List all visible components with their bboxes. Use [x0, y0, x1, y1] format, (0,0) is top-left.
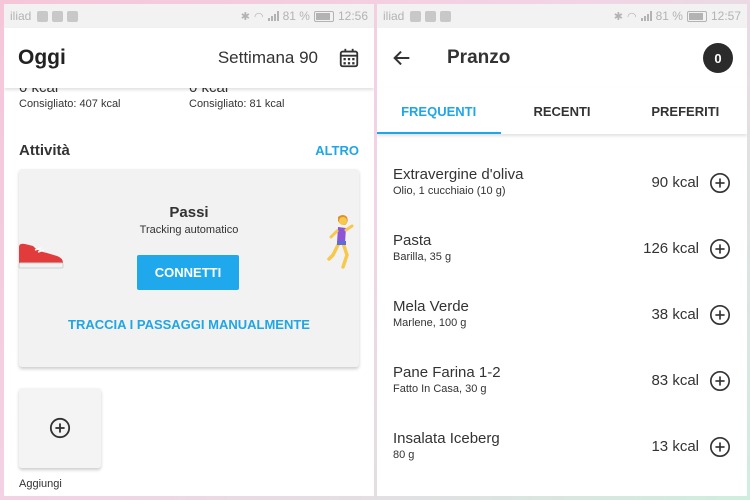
food-detail: Olio, 1 cucchiaio (10 g) [393, 185, 506, 197]
week-label[interactable]: Settimana 90 [218, 48, 318, 68]
app-bar: Oggi Settimana 90 [4, 28, 374, 88]
tab-favorites[interactable]: PREFERITI [624, 88, 747, 134]
food-kcal: 83 kcal [651, 372, 699, 389]
food-kcal: 38 kcal [651, 306, 699, 323]
today-screen: iliad ✱ ◠ 81 % 12:56 Oggi Settimana 90 0… [4, 4, 374, 496]
image-notification-icon [37, 10, 49, 22]
kcal-recommended: Consigliato: 407 kcal [19, 98, 121, 110]
tab-recent[interactable]: RECENTI [500, 88, 623, 134]
clock: 12:56 [337, 9, 368, 23]
battery-percent: 81 % [655, 9, 683, 23]
food-name: Mela Verde [393, 298, 469, 315]
signal-icon [640, 11, 652, 21]
food-name: Pane Farina 1-2 [393, 364, 501, 381]
app-notification-icon [52, 10, 64, 22]
food-detail: Marlene, 100 g [393, 317, 467, 329]
back-arrow-icon[interactable] [391, 47, 413, 69]
carrier-label: iliad [10, 9, 32, 23]
plus-circle-icon[interactable] [709, 370, 731, 392]
plus-circle-icon[interactable] [709, 304, 731, 326]
food-kcal: 13 kcal [651, 438, 699, 455]
more-button[interactable]: ALTRO [315, 143, 359, 158]
track-manually-link[interactable]: TRACCIA I PASSAGGI MANUALMENTE [19, 317, 359, 332]
wifi-icon: ◠ [627, 10, 637, 23]
kcal-recommended: Consigliato: 81 kcal [189, 98, 285, 110]
battery-icon [313, 10, 334, 22]
clock: 12:57 [710, 9, 741, 23]
food-kcal: 90 kcal [651, 174, 699, 191]
food-detail: Barilla, 35 g [393, 251, 452, 263]
food-name: Pasta [393, 232, 432, 249]
voicemail-icon [440, 10, 452, 22]
add-label: Aggiungi [19, 478, 62, 490]
list-item[interactable]: Pasta Barilla, 35 g 126 kcal [377, 232, 747, 298]
food-name: Insalata Iceberg [393, 430, 500, 447]
voicemail-icon [67, 10, 79, 22]
plus-circle-icon[interactable] [709, 172, 731, 194]
bluetooth-icon: ✱ [240, 10, 250, 23]
meal-screen: iliad ✱ ◠ 81 % 12:57 Pranzo 0 FREQUENTI … [377, 4, 747, 496]
food-detail: Fatto In Casa, 30 g [393, 383, 487, 395]
food-name: Extravergine d'oliva [393, 166, 524, 183]
plus-circle-icon[interactable] [709, 238, 731, 260]
page-title: Pranzo [447, 47, 511, 68]
list-item[interactable]: Mela Verde Marlene, 100 g 38 kcal [377, 298, 747, 364]
list-item[interactable]: Extravergine d'oliva Olio, 1 cucchiaio (… [377, 166, 747, 232]
page-title: Oggi [18, 46, 66, 69]
calendar-icon[interactable] [338, 47, 360, 69]
steps-subtitle: Tracking automatico [139, 224, 239, 236]
list-item[interactable]: Pane Farina 1-2 Fatto In Casa, 30 g 83 k… [377, 364, 747, 430]
activity-header: Attività ALTRO [4, 142, 374, 159]
battery-percent: 81 % [282, 9, 310, 23]
image-notification-icon [410, 10, 422, 22]
shoe-icon [18, 243, 64, 269]
steps-title: Passi [169, 204, 209, 221]
app-notification-icon [425, 10, 437, 22]
connect-button[interactable]: CONNETTI [137, 255, 239, 290]
add-activity-button[interactable] [19, 388, 101, 468]
tab-frequent[interactable]: FREQUENTI [377, 88, 500, 134]
plus-circle-icon [49, 417, 71, 439]
battery-icon [686, 10, 707, 22]
plus-circle-icon[interactable] [709, 436, 731, 458]
bluetooth-icon: ✱ [613, 10, 623, 23]
selected-count-badge[interactable]: 0 [703, 43, 733, 73]
wifi-icon: ◠ [254, 10, 264, 23]
status-bar: iliad ✱ ◠ 81 % 12:57 [377, 4, 747, 28]
active-tab-indicator [377, 132, 501, 134]
app-bar: Pranzo 0 [377, 28, 747, 88]
food-list: Extravergine d'oliva Olio, 1 cucchiaio (… [377, 134, 747, 496]
food-kcal: 126 kcal [643, 240, 699, 257]
status-bar: iliad ✱ ◠ 81 % 12:56 [4, 4, 374, 28]
list-item[interactable]: Insalata Iceberg 80 g 13 kcal [377, 430, 747, 496]
runner-icon [327, 215, 354, 269]
steps-card: Passi Tracking automatico CONNETTI TRACC… [18, 169, 359, 367]
food-detail: 80 g [393, 449, 415, 461]
activity-title: Attività [19, 142, 70, 159]
carrier-label: iliad [383, 9, 405, 23]
tab-bar: FREQUENTI RECENTI PREFERITI [377, 88, 747, 134]
signal-icon [267, 11, 279, 21]
